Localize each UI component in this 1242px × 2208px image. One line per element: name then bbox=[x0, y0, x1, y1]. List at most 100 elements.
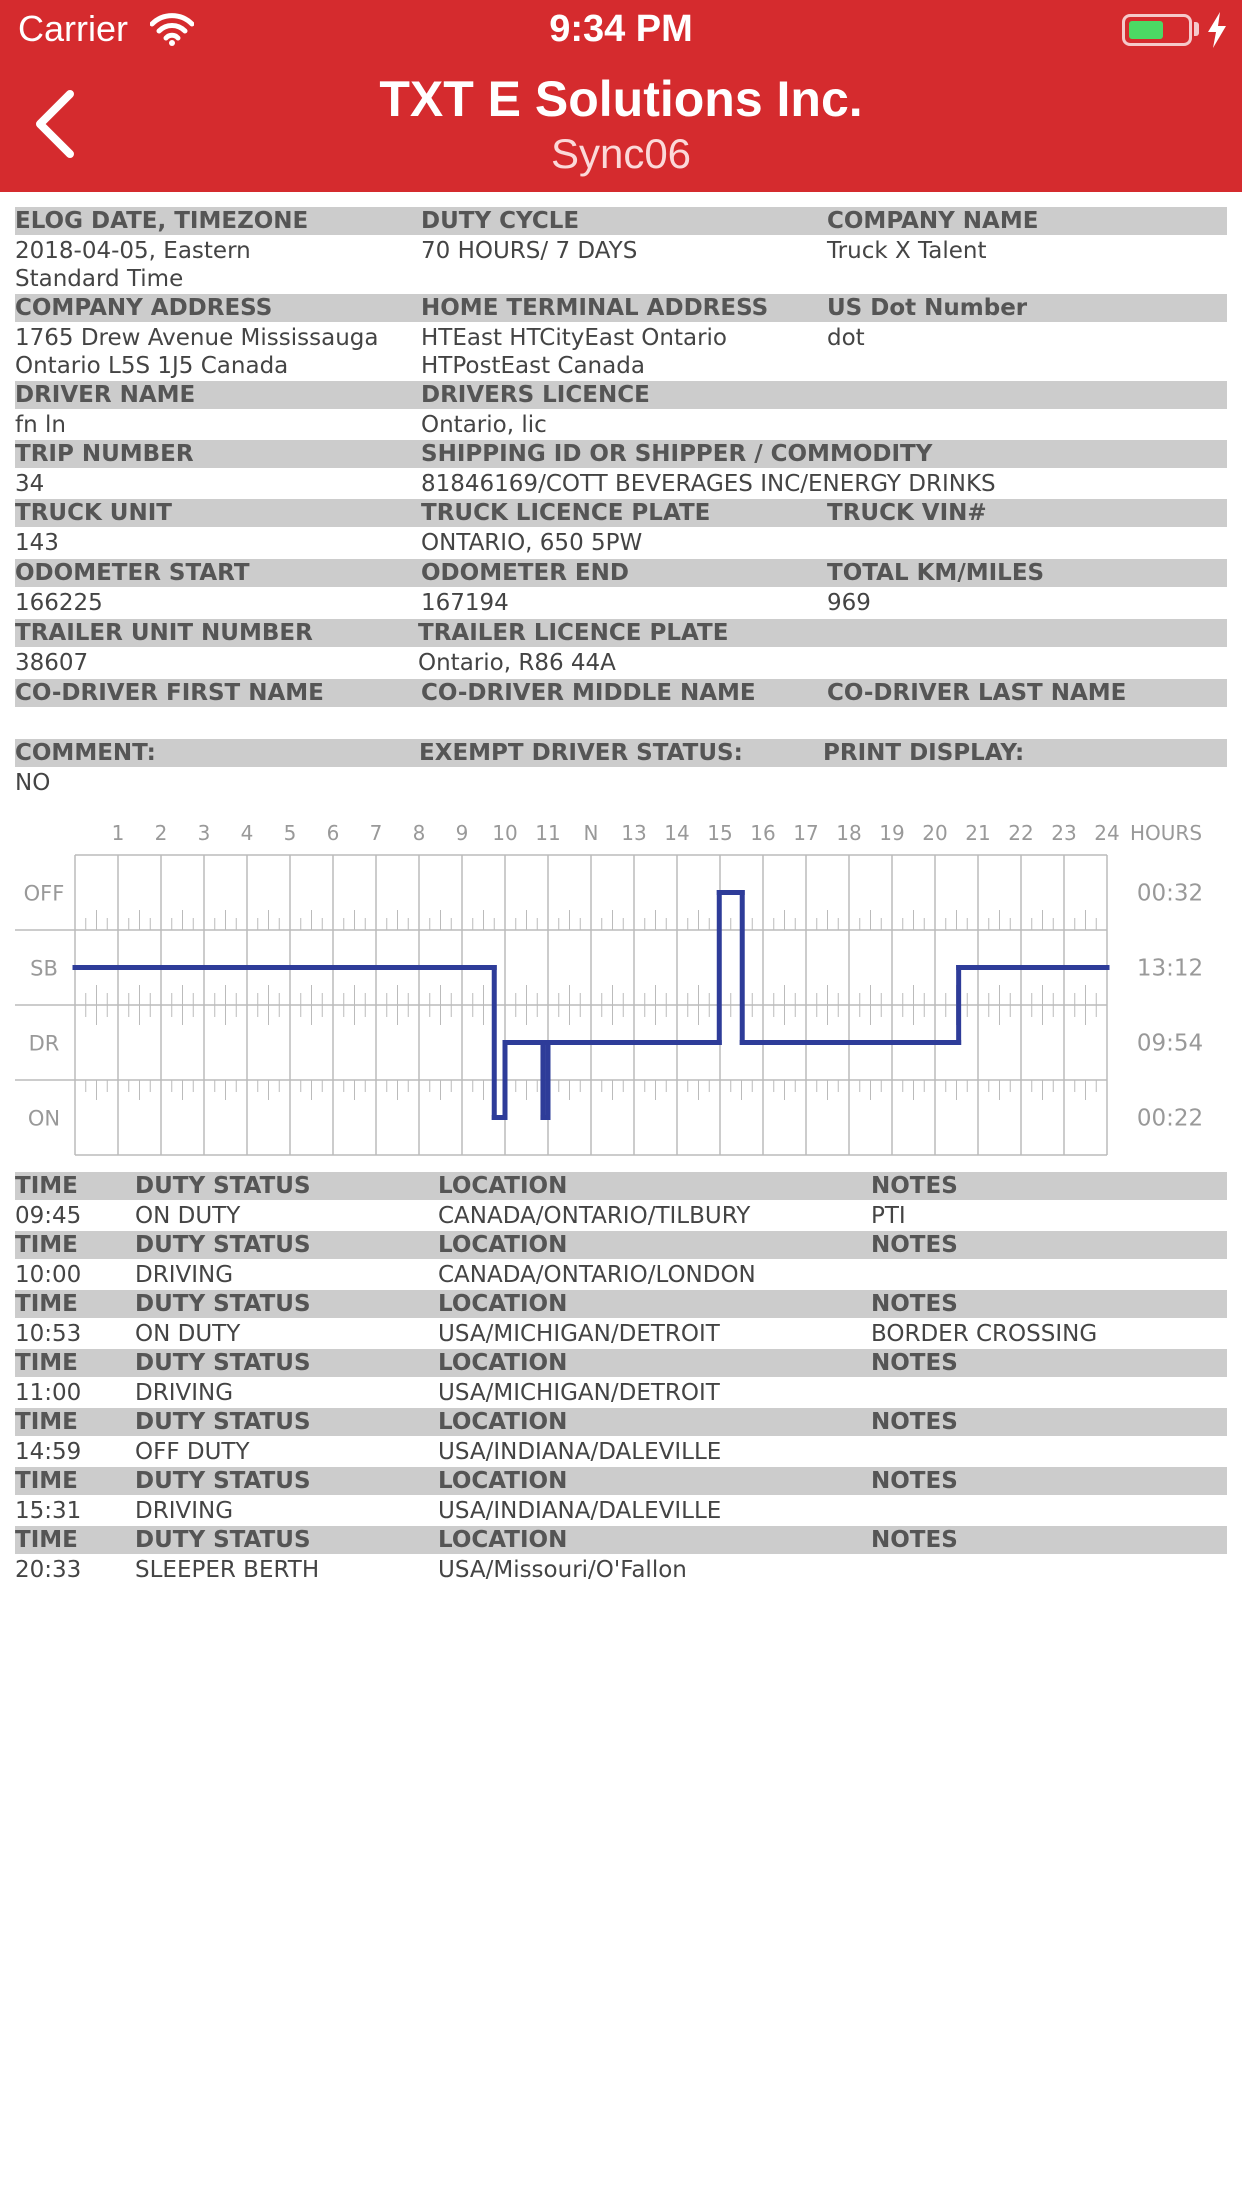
event-time-header: TIME bbox=[15, 1409, 78, 1435]
event-time-header: TIME bbox=[15, 1173, 78, 1199]
status-time: 9:34 PM bbox=[549, 8, 693, 50]
odometer-start-label: ODOMETER START bbox=[15, 560, 250, 586]
company-address-label: COMPANY ADDRESS bbox=[15, 295, 273, 321]
hour-tick-label: 11 bbox=[535, 821, 560, 845]
company-address-line2: Ontario L5S 1J5 Canada bbox=[15, 353, 289, 379]
home-terminal-line2: HTPostEast Canada bbox=[421, 353, 645, 379]
event-notes: PTI bbox=[871, 1203, 906, 1229]
event-time: 20:33 bbox=[15, 1557, 82, 1583]
odometer-start-value: 166225 bbox=[15, 590, 103, 616]
event-location-header: LOCATION bbox=[438, 1409, 568, 1435]
company-name-label: COMPANY NAME bbox=[827, 208, 1039, 234]
event-location: USA/MICHIGAN/DETROIT bbox=[438, 1321, 720, 1347]
hour-tick-label: 9 bbox=[456, 821, 469, 845]
hour-tick-label: 18 bbox=[836, 821, 861, 845]
status-row-total: 13:12 bbox=[1137, 956, 1203, 982]
event-location-header: LOCATION bbox=[438, 1527, 568, 1553]
hour-tick-label: 2 bbox=[155, 821, 168, 845]
page-title: TXT E Solutions Inc. bbox=[379, 71, 863, 127]
company-name-value: Truck X Talent bbox=[827, 238, 987, 264]
trip-number-value: 34 bbox=[15, 471, 45, 497]
hour-tick-label: 24 bbox=[1094, 821, 1119, 845]
hour-tick-label: 17 bbox=[793, 821, 818, 845]
event-time-header: TIME bbox=[15, 1468, 78, 1494]
event-time-header: TIME bbox=[15, 1350, 78, 1376]
codriver-first-label: CO-DRIVER FIRST NAME bbox=[15, 680, 324, 706]
event-status-header: DUTY STATUS bbox=[135, 1350, 311, 1376]
event-status-header: DUTY STATUS bbox=[135, 1173, 311, 1199]
status-row-total: 00:22 bbox=[1137, 1106, 1203, 1132]
truck-vin-label: TRUCK VIN# bbox=[827, 500, 987, 526]
trailer-plate-value: Ontario, R86 44A bbox=[418, 650, 616, 676]
truck-unit-label: TRUCK UNIT bbox=[15, 500, 172, 526]
event-location: USA/INDIANA/DALEVILLE bbox=[438, 1498, 722, 1524]
event-time-header: TIME bbox=[15, 1232, 78, 1258]
event-status: ON DUTY bbox=[135, 1203, 241, 1229]
battery-fill bbox=[1129, 21, 1163, 39]
drivers-licence-label: DRIVERS LICENCE bbox=[421, 382, 650, 408]
hour-tick-label: 7 bbox=[370, 821, 383, 845]
us-dot-label: US Dot Number bbox=[827, 295, 1028, 321]
truck-unit-value: 143 bbox=[15, 530, 59, 556]
total-distance-label: TOTAL KM/MILES bbox=[827, 560, 1045, 586]
event-time: 10:53 bbox=[15, 1321, 82, 1347]
event-status-header: DUTY STATUS bbox=[135, 1468, 311, 1494]
elog-date-label: ELOG DATE, TIMEZONE bbox=[15, 208, 309, 234]
event-notes-header: NOTES bbox=[871, 1232, 958, 1258]
us-dot-value: dot bbox=[827, 325, 865, 351]
hour-tick-label: 15 bbox=[707, 821, 732, 845]
total-distance-value: 969 bbox=[827, 590, 871, 616]
charging-bolt-icon bbox=[1208, 12, 1226, 48]
duty-status-chart: 1 2 3 4 5 6 7 8 9 10 11 N 13 14 15 16 17 18 19 20 21 22 23 24 HO… bbox=[15, 821, 1203, 1156]
hour-tick-label: 23 bbox=[1051, 821, 1076, 845]
home-terminal-label: HOME TERMINAL ADDRESS bbox=[421, 295, 769, 321]
event-status: DRIVING bbox=[135, 1262, 234, 1288]
odometer-end-value: 167194 bbox=[421, 590, 509, 616]
print-display-label: PRINT DISPLAY: bbox=[823, 740, 1025, 766]
event-status: OFF DUTY bbox=[135, 1439, 250, 1465]
duty-cycle-value: 70 HOURS/ 7 DAYS bbox=[421, 238, 638, 264]
event-notes-header: NOTES bbox=[871, 1409, 958, 1435]
battery-icon bbox=[1122, 14, 1192, 46]
event-status: ON DUTY bbox=[135, 1321, 241, 1347]
event-status-header: DUTY STATUS bbox=[135, 1409, 311, 1435]
shipping-value: 81846169/COTT BEVERAGES INC/ENERGY DRINK… bbox=[421, 471, 996, 497]
shipping-label: SHIPPING ID OR SHIPPER / COMMODITY bbox=[421, 441, 933, 467]
hour-tick-label: 1 bbox=[112, 821, 125, 845]
status-row-label: DR bbox=[29, 1032, 60, 1056]
codriver-last-label: CO-DRIVER LAST NAME bbox=[827, 680, 1127, 706]
event-location: USA/Missouri/O'Fallon bbox=[438, 1557, 687, 1583]
hour-tick-label: 22 bbox=[1008, 821, 1033, 845]
event-location-header: LOCATION bbox=[438, 1232, 568, 1258]
hour-tick-label: 6 bbox=[327, 821, 340, 845]
hour-tick-label: 8 bbox=[413, 821, 426, 845]
hour-tick-label: 20 bbox=[922, 821, 947, 845]
event-location: USA/INDIANA/DALEVILLE bbox=[438, 1439, 722, 1465]
event-notes: BORDER CROSSING bbox=[871, 1321, 1098, 1347]
hour-tick-label: N bbox=[584, 821, 599, 845]
event-location-header: LOCATION bbox=[438, 1468, 568, 1494]
event-notes-header: NOTES bbox=[871, 1468, 958, 1494]
hour-tick-label: 14 bbox=[664, 821, 689, 845]
status-bar: Carrier 9:34 PM bbox=[0, 0, 1242, 62]
event-time-header: TIME bbox=[15, 1291, 78, 1317]
hour-tick-label: 5 bbox=[284, 821, 297, 845]
event-location: CANADA/ONTARIO/TILBURY bbox=[438, 1203, 751, 1229]
event-status: SLEEPER BERTH bbox=[135, 1557, 320, 1583]
truck-plate-value: ONTARIO, 650 5PW bbox=[421, 530, 643, 556]
comment-label: COMMENT: bbox=[15, 740, 156, 766]
driver-name-value: fn ln bbox=[15, 412, 66, 438]
event-location-header: LOCATION bbox=[438, 1350, 568, 1376]
event-location-header: LOCATION bbox=[438, 1173, 568, 1199]
hours-axis-label: HOURS bbox=[1130, 821, 1202, 845]
event-status-header: DUTY STATUS bbox=[135, 1291, 311, 1317]
nav-header: Carrier 9:34 PM TXT E Solutions Inc. Syn… bbox=[0, 0, 1242, 192]
event-status: DRIVING bbox=[135, 1380, 234, 1406]
trailer-unit-value: 38607 bbox=[15, 650, 89, 676]
hour-tick-label: 13 bbox=[621, 821, 646, 845]
status-row-total: 09:54 bbox=[1137, 1031, 1203, 1057]
event-location-header: LOCATION bbox=[438, 1291, 568, 1317]
event-time: 10:00 bbox=[15, 1262, 82, 1288]
home-terminal-line1: HTEast HTCityEast Ontario bbox=[421, 325, 728, 351]
event-status-header: DUTY STATUS bbox=[135, 1527, 311, 1553]
